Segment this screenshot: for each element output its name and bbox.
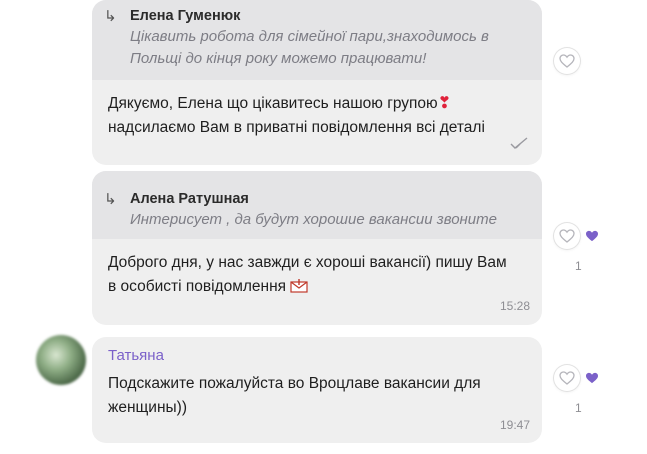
like-count: 1 — [575, 401, 582, 415]
message-bubble[interactable]: ↳ Алена Ратушная Интерисует , да будут х… — [92, 171, 542, 325]
heart-exclamation-icon: ❣ — [437, 95, 452, 112]
like-button[interactable] — [554, 223, 580, 249]
heart-outline-icon — [559, 54, 575, 68]
heart-outline-icon — [559, 371, 575, 385]
quote-author: Алена Ратушная — [130, 191, 249, 207]
message-text: Доброго дня, у нас завжди є хороші вакан… — [92, 251, 542, 301]
like-button[interactable] — [554, 48, 580, 74]
message-line: Доброго дня, у нас завжди є хороші вакан… — [108, 254, 507, 271]
reply-arrow-icon: ↳ — [104, 191, 117, 208]
message-line: Подскажите пожалуйста во Вроцлаве ваканс… — [108, 375, 481, 392]
read-check-icon — [510, 136, 528, 155]
message-line: в особисті повідомлення — [108, 278, 287, 295]
reply-arrow-icon: ↳ — [104, 8, 117, 25]
quote-text: Интерисует , да будут хорошие вакансии з… — [130, 211, 497, 228]
avatar[interactable] — [36, 335, 86, 385]
like-count: 1 — [575, 259, 582, 273]
quote-text: Цікавить робота для сімейної пари,знаход… — [130, 28, 489, 67]
reply-quote[interactable]: ↳ Елена Гуменюк Цікавить робота для сіме… — [92, 0, 542, 80]
quote-author: Елена Гуменюк — [130, 8, 241, 24]
message-time: 19:47 — [499, 418, 530, 432]
message-text: Подскажите пожалуйста во Вроцлаве ваканс… — [92, 372, 542, 420]
message-line: женщины)) — [108, 399, 187, 416]
heart-outline-icon — [559, 229, 575, 243]
heart-filled-icon[interactable] — [585, 371, 599, 389]
like-button[interactable] — [554, 365, 580, 391]
message-text: Дякуємо, Елена що цікавитесь нашою групо… — [92, 92, 542, 140]
message-line: надсилаємо Вам в приватні повідомлення в… — [108, 119, 485, 136]
message-bubble[interactable]: ↳ Елена Гуменюк Цікавить робота для сіме… — [92, 0, 542, 165]
heart-filled-icon[interactable] — [585, 229, 599, 247]
message-line: Дякуємо, Елена що цікавитесь нашою групо… — [108, 95, 438, 112]
reply-quote[interactable]: ↳ Алена Ратушная Интерисует , да будут х… — [92, 171, 542, 239]
message-bubble[interactable]: Татьяна Подскажите пожалуйста во Вроцлав… — [92, 337, 542, 443]
envelope-icon — [290, 277, 308, 301]
sender-name[interactable]: Татьяна — [92, 337, 542, 366]
message-time: 15:28 — [499, 299, 530, 313]
